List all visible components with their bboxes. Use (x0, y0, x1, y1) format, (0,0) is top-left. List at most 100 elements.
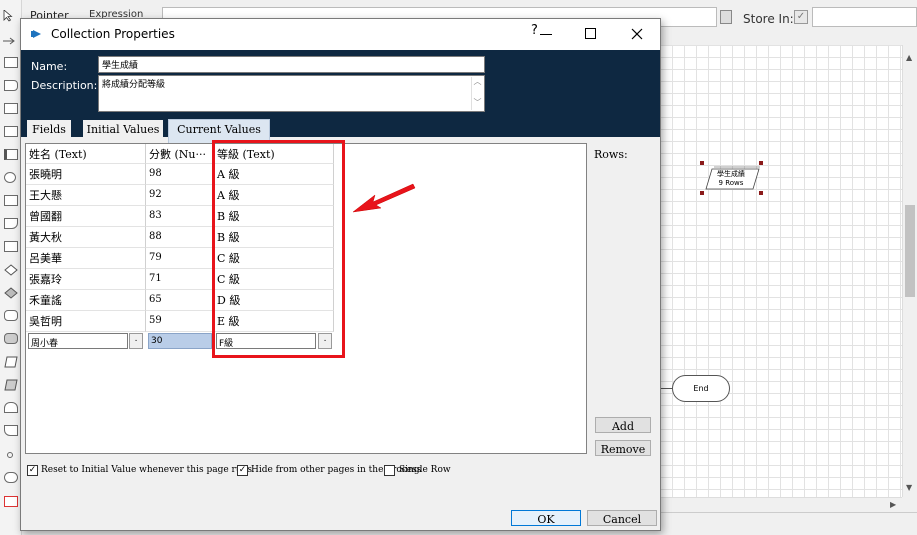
end-node[interactable]: End (672, 375, 730, 402)
cell-score[interactable]: 83 (146, 206, 214, 227)
hide-from-pages-label: Hide from other pages in the process (251, 465, 422, 475)
collection-app-icon (31, 28, 43, 40)
help-button[interactable]: ? (531, 23, 538, 38)
canvas-vertical-scrollbar[interactable]: ▲ ▼ (902, 45, 917, 497)
close-icon[interactable] (630, 27, 644, 41)
add-button[interactable]: Add (595, 417, 651, 433)
subsheet-tool-icon[interactable] (4, 126, 18, 137)
edit-name-ellipsis-button[interactable]: . (129, 333, 143, 349)
exception-tool-icon[interactable] (4, 496, 18, 507)
cell-name[interactable]: 張嘉玲 (26, 269, 146, 290)
process-tool-icon[interactable] (4, 57, 18, 68)
data-tool-icon[interactable] (4, 218, 18, 229)
cell-name[interactable]: 黃大秋 (26, 227, 146, 248)
description-label: Description: (31, 79, 98, 92)
tab-fields[interactable]: Fields (27, 120, 71, 141)
cell-grade[interactable]: C 級 (214, 269, 334, 290)
scroll-thumb[interactable] (905, 205, 915, 297)
cell-score[interactable]: 88 (146, 227, 214, 248)
description-scroll-down-icon[interactable]: ﹀ (472, 98, 483, 108)
store-in-label: Store In: (743, 12, 794, 26)
anchor-tool-icon[interactable] (7, 452, 13, 458)
cell-score[interactable]: 79 (146, 248, 214, 269)
collection-properties-dialog: Collection Properties ? Name: 學生成績 Descr… (20, 18, 661, 531)
cell-grade[interactable]: E 級 (214, 311, 334, 332)
collection-tool-icon[interactable] (4, 241, 18, 252)
cell-grade[interactable]: C 級 (214, 248, 334, 269)
collection-node[interactable]: 學生成績 9 Rows (700, 161, 763, 195)
store-in-picker-icon[interactable]: ✓ (794, 10, 808, 24)
selection-handle[interactable] (700, 191, 704, 195)
dialog-titlebar: Collection Properties ? (21, 19, 660, 50)
description-text: 將成績分配等級 (102, 80, 166, 90)
minimize-icon[interactable] (540, 34, 552, 35)
edit-grade-input[interactable]: F級 (216, 333, 316, 349)
column-header-name[interactable]: 姓名 (Text) (26, 144, 146, 164)
cell-name[interactable]: 呂美華 (26, 248, 146, 269)
single-row-checkbox[interactable] (384, 465, 395, 476)
hide-from-pages-checkbox[interactable]: ✓ (237, 465, 248, 476)
calculation-tool-icon[interactable] (4, 310, 18, 321)
multi-calc-tool-icon[interactable] (4, 333, 18, 344)
ok-button[interactable]: OK (511, 510, 581, 526)
scroll-right-icon[interactable]: ▶ (890, 500, 896, 509)
decision-tool-icon[interactable] (4, 264, 18, 279)
cancel-button[interactable]: Cancel (587, 510, 657, 526)
tab-current-values[interactable]: Current Values (168, 119, 270, 143)
code-tool-icon[interactable] (4, 425, 18, 436)
cell-grade[interactable]: A 級 (214, 164, 334, 185)
cell-score[interactable]: 92 (146, 185, 214, 206)
scroll-up-icon[interactable]: ▲ (906, 53, 912, 62)
column-header-grade[interactable]: 等級 (Text) (214, 144, 334, 164)
loop-tool-icon[interactable] (4, 172, 16, 183)
reset-initial-checkbox[interactable]: ✓ (27, 465, 38, 476)
description-field[interactable]: 將成績分配等級 ︿ ﹀ (98, 75, 485, 112)
description-scroll-up-icon[interactable]: ︿ (472, 77, 483, 87)
edit-score-input[interactable]: 30 (148, 333, 212, 349)
cell-name[interactable]: 吳哲明 (26, 311, 146, 332)
selection-handle[interactable] (759, 161, 763, 165)
write-tool-icon[interactable] (4, 379, 18, 394)
description-scrollbar[interactable]: ︿ ﹀ (471, 77, 483, 110)
tab-initial-values[interactable]: Initial Values (83, 120, 163, 141)
action-tool-icon[interactable] (4, 103, 18, 114)
remove-button[interactable]: Remove (595, 440, 651, 456)
calculator-icon[interactable] (720, 10, 732, 24)
cell-grade[interactable]: B 級 (214, 206, 334, 227)
pointer-arrow-icon[interactable] (3, 9, 13, 22)
single-row-label: Single Row (399, 465, 451, 475)
process-canvas[interactable]: 學生成績 9 Rows End (660, 45, 902, 497)
canvas-horizontal-scrollbar[interactable]: ▶ (660, 497, 902, 512)
cell-grade[interactable]: A 級 (214, 185, 334, 206)
current-values-grid[interactable]: 姓名 (Text) 分數 (Nu··· 等級 (Text) 張曉明 98 A 級… (25, 140, 587, 454)
edit-grade-ellipsis-button[interactable]: . (318, 333, 332, 349)
toolbox-panel (0, 0, 22, 535)
cell-score[interactable]: 65 (146, 290, 214, 311)
edit-name-input[interactable]: 周小春 (28, 333, 128, 349)
cell-name[interactable]: 王大懸 (26, 185, 146, 206)
selection-handle[interactable] (759, 191, 763, 195)
selection-handle[interactable] (700, 161, 704, 165)
cell-name[interactable]: 張曉明 (26, 164, 146, 185)
page-tool-icon[interactable] (4, 80, 18, 91)
cell-name[interactable]: 曾國翻 (26, 206, 146, 227)
link-tool-icon[interactable] (3, 35, 17, 45)
cell-score[interactable]: 71 (146, 269, 214, 290)
read-tool-icon[interactable] (4, 356, 18, 371)
scroll-down-icon[interactable]: ▼ (906, 483, 912, 492)
cell-grade[interactable]: B 級 (214, 227, 334, 248)
cell-score[interactable]: 59 (146, 311, 214, 332)
column-header-score[interactable]: 分數 (Nu··· (146, 144, 214, 164)
store-in-field[interactable] (812, 7, 917, 27)
name-field[interactable]: 學生成績 (98, 56, 485, 73)
cell-grade[interactable]: D 級 (214, 290, 334, 311)
end-tool-icon[interactable] (4, 472, 18, 483)
block-tool-icon[interactable] (4, 149, 18, 160)
cell-name[interactable]: 禾童謠 (26, 290, 146, 311)
maximize-icon[interactable] (585, 28, 596, 39)
navigate-tool-icon[interactable] (4, 402, 18, 413)
note-tool-icon[interactable] (4, 195, 18, 206)
cell-score[interactable]: 98 (146, 164, 214, 185)
collection-node-name: 學生成績 (717, 170, 745, 178)
choice-tool-icon[interactable] (4, 287, 18, 302)
